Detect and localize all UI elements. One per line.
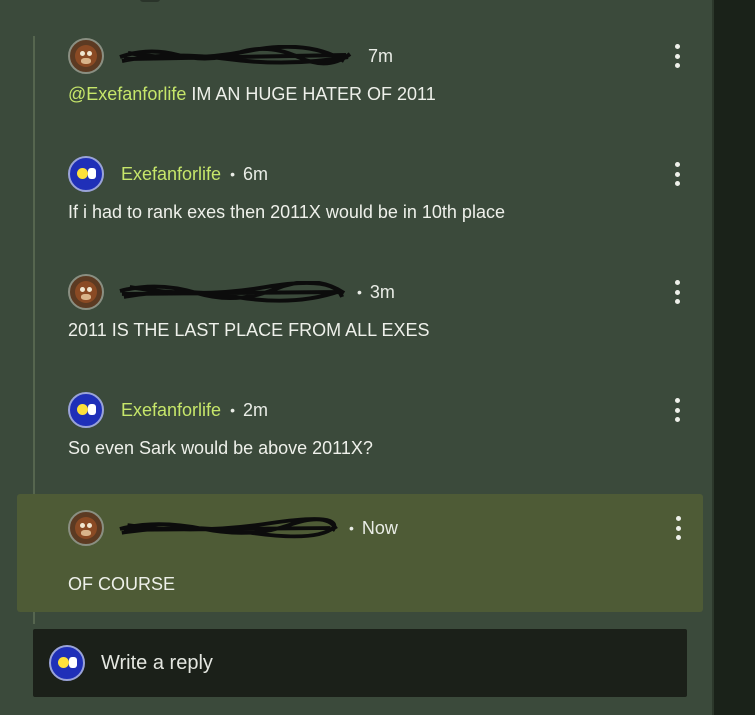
more-options-icon[interactable] <box>673 44 681 68</box>
comment-author[interactable]: Exefanforlife <box>121 400 221 421</box>
comment-time: 3m <box>369 281 395 302</box>
comment-author[interactable]: Exefanforlife <box>121 164 221 185</box>
bear-avatar[interactable] <box>68 38 104 74</box>
comment-header: • Now <box>68 510 398 546</box>
comment-header: • 3m <box>68 274 395 310</box>
highlighted-comment-item: • Now OF COURSE <box>17 494 703 612</box>
previous-comment-fragment <box>140 0 160 2</box>
bear-avatar[interactable] <box>68 510 104 546</box>
more-options-icon[interactable] <box>673 162 681 186</box>
blue-smiley-avatar[interactable] <box>68 156 104 192</box>
comment-header: Exefanforlife • 2m <box>68 392 268 428</box>
comment-time: 2m <box>242 399 268 420</box>
separator-dot: • <box>349 520 354 536</box>
separator-dot: • <box>230 402 235 418</box>
reply-input[interactable]: Write a reply <box>33 629 687 697</box>
comment-time: Now <box>361 517 398 538</box>
comment-header: 7m <box>68 38 393 74</box>
separator-dot: • <box>357 284 362 300</box>
comment-body: @Exefanforlife IM AN HUGE HATER OF 2011 <box>68 84 436 105</box>
more-options-icon[interactable] <box>674 516 682 540</box>
mention-link[interactable]: @Exefanforlife <box>68 84 186 104</box>
comment-item: Exefanforlife • 6m If i had to rank exes… <box>0 156 712 266</box>
blue-smiley-avatar <box>49 645 85 681</box>
more-options-icon[interactable] <box>673 398 681 422</box>
comment-time: 7m <box>368 45 394 66</box>
comment-text: 2011 IS THE LAST PLACE FROM ALL EXES <box>68 320 430 340</box>
comment-item: • 3m 2011 IS THE LAST PLACE FROM ALL EXE… <box>0 274 712 384</box>
comment-text: If i had to rank exes then 2011X would b… <box>68 202 505 222</box>
bear-avatar[interactable] <box>68 274 104 310</box>
comment-text: IM AN HUGE HATER OF 2011 <box>186 84 436 104</box>
comment-item: Exefanforlife • 2m So even Sark would be… <box>0 392 712 492</box>
comment-text: So even Sark would be above 2011X? <box>68 438 373 458</box>
redacted-username-scribble <box>119 281 346 303</box>
redacted-username-scribble <box>119 517 338 539</box>
comment-item: 7m @Exefanforlife IM AN HUGE HATER OF 20… <box>0 38 712 148</box>
comment-thread-panel: 7m @Exefanforlife IM AN HUGE HATER OF 20… <box>0 0 712 715</box>
reply-placeholder: Write a reply <box>101 651 213 674</box>
comment-text: OF COURSE <box>68 574 176 594</box>
side-gutter <box>712 0 755 715</box>
more-options-icon[interactable] <box>673 280 681 304</box>
comment-time: 6m <box>242 163 268 184</box>
separator-dot: • <box>230 166 235 182</box>
comment-header: Exefanforlife • 6m <box>68 156 268 192</box>
redacted-username-scribble <box>119 45 352 66</box>
blue-smiley-avatar[interactable] <box>68 392 104 428</box>
